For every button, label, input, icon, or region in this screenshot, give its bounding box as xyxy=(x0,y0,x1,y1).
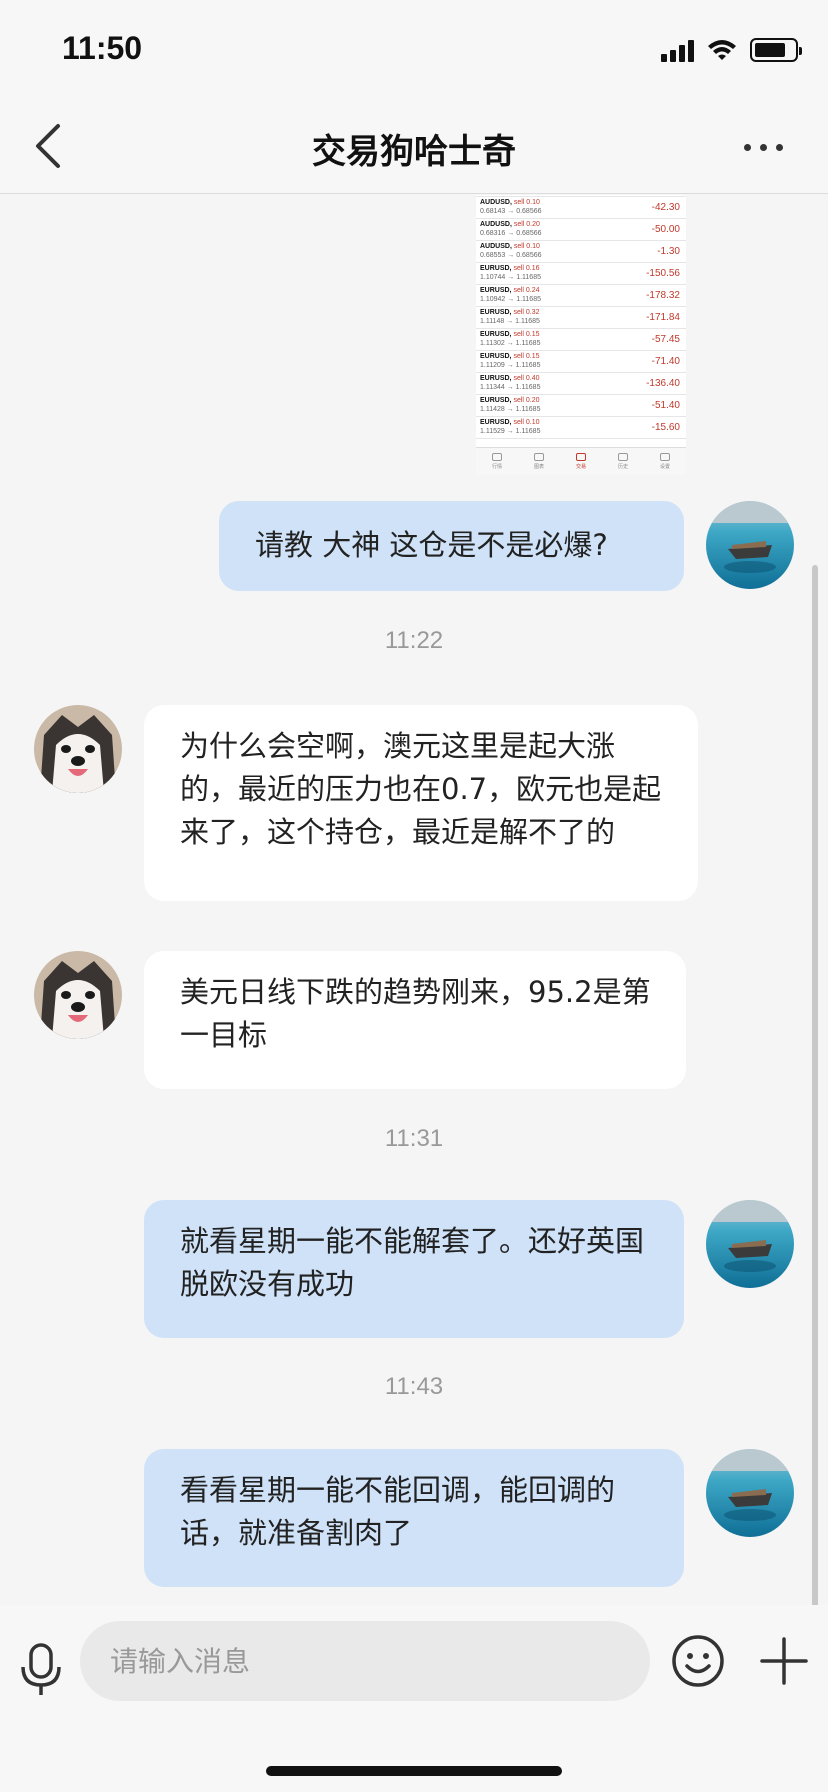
position-pnl: -178.32 xyxy=(646,290,680,301)
position-symbol: EURUSD, xyxy=(480,375,512,382)
timestamp: 11:43 xyxy=(384,1373,444,1400)
scrollbar[interactable] xyxy=(812,565,818,1605)
cellular-signal-icon xyxy=(661,38,694,62)
position-row: AUDUSD, sell 0.10 0.68143 → 0.68566 -42.30 xyxy=(476,197,686,219)
position-action: sell 0.10 xyxy=(513,199,540,206)
message-bubble-sent[interactable]: 就看星期一能不能解套了。还好英国脱欧没有成功 xyxy=(144,1200,684,1338)
screenshot-tab: 行情 xyxy=(491,453,502,470)
position-action: sell 0.10 xyxy=(513,243,540,250)
position-row: EURUSD, sell 0.24 1.10942 → 1.11685 -178.3… xyxy=(476,285,686,307)
position-pnl: -51.40 xyxy=(651,400,680,411)
message-text: 美元日线下跌的趋势刚来，95.2是第一目标 xyxy=(180,975,651,1052)
screenshot-tab-label: 行情 xyxy=(491,464,502,470)
position-action: sell 0.15 xyxy=(513,331,540,338)
input-bar xyxy=(0,1605,828,1792)
message-text: 看看星期一能不能回调，能回调的话，就准备割肉了 xyxy=(180,1473,616,1550)
position-symbol: EURUSD, xyxy=(480,331,512,338)
message-bubble-received[interactable]: 为什么会空啊，澳元这里是起大涨的，最近的压力也在0.7，欧元也是起来了，这个持仓… xyxy=(144,705,698,901)
position-row: EURUSD, sell 0.15 1.11209 → 1.11685 -71.40 xyxy=(476,351,686,373)
position-symbol: EURUSD, xyxy=(480,265,512,272)
position-symbol: AUDUSD, xyxy=(480,243,512,250)
position-symbol: EURUSD, xyxy=(480,397,512,404)
position-action: sell 0.16 xyxy=(513,265,540,272)
chat-title: 交易狗哈士奇 xyxy=(312,133,516,171)
my-avatar[interactable] xyxy=(706,1449,794,1537)
screenshot-tab: 设置 xyxy=(659,453,670,470)
position-action: sell 0.24 xyxy=(513,287,540,294)
my-avatar[interactable] xyxy=(706,1200,794,1288)
position-row: EURUSD, sell 0.32 1.11148 → 1.11685 -171.8… xyxy=(476,307,686,329)
position-pnl: -15.60 xyxy=(651,422,680,433)
position-action: sell 0.32 xyxy=(513,309,540,316)
message-input[interactable] xyxy=(80,1621,650,1701)
screenshot-tab: 交易 xyxy=(575,453,586,470)
screenshot-tab: 图表 xyxy=(533,453,544,470)
contact-avatar[interactable] xyxy=(34,951,122,1039)
message-bubble-received[interactable]: 美元日线下跌的趋势刚来，95.2是第一目标 xyxy=(144,951,686,1089)
position-action: sell 0.20 xyxy=(513,221,540,228)
position-action: sell 0.40 xyxy=(513,375,540,382)
message-bubble-sent[interactable]: 看看星期一能不能回调，能回调的话，就准备割肉了 xyxy=(144,1449,684,1587)
emoji-icon[interactable] xyxy=(670,1633,726,1689)
position-pnl: -50.00 xyxy=(651,224,680,235)
position-row: EURUSD, sell 0.20 1.11428 → 1.11685 -51.40 xyxy=(476,395,686,417)
position-symbol: EURUSD, xyxy=(480,419,512,426)
contact-avatar[interactable] xyxy=(34,705,122,793)
position-prices: 0.68553 → 0.68566 xyxy=(480,252,542,259)
position-action: sell 0.10 xyxy=(513,419,540,426)
my-avatar[interactable] xyxy=(706,501,794,589)
screenshot-image-message[interactable]: AUDUSD, sell 0.10 0.68143 → 0.68566 -42.30… xyxy=(476,195,686,475)
plus-icon[interactable] xyxy=(758,1635,810,1687)
timestamp: 11:22 xyxy=(384,627,444,654)
position-symbol: EURUSD, xyxy=(480,287,512,294)
screenshot-tab-label: 历史 xyxy=(617,464,628,470)
home-indicator[interactable] xyxy=(266,1766,562,1776)
microphone-icon[interactable] xyxy=(18,1641,64,1697)
more-dots-icon[interactable] xyxy=(744,132,794,162)
position-row: AUDUSD, sell 0.10 0.68553 → 0.68566 -1.30 xyxy=(476,241,686,263)
position-pnl: -71.40 xyxy=(651,356,680,367)
message-text: 为什么会空啊，澳元这里是起大涨的，最近的压力也在0.7，欧元也是起来了，这个持仓… xyxy=(180,729,662,849)
position-row: EURUSD, sell 0.15 1.11302 → 1.11685 -57.45 xyxy=(476,329,686,351)
status-time: 11:50 xyxy=(62,30,143,66)
position-action: sell 0.20 xyxy=(513,397,540,404)
chat-list[interactable]: AUDUSD, sell 0.10 0.68143 → 0.68566 -42.30… xyxy=(0,195,828,1605)
message-text: 请教 大神 这仓是不是必爆? xyxy=(255,528,608,562)
status-bar: 11:50 xyxy=(0,0,828,98)
position-pnl: -42.30 xyxy=(651,202,680,213)
message-bubble-sent[interactable]: 请教 大神 这仓是不是必爆? xyxy=(219,501,684,591)
position-symbol: EURUSD, xyxy=(480,353,512,360)
nav-bar: 交易狗哈士奇 xyxy=(0,98,828,194)
screenshot-tabbar: 行情 图表 交易 历史 设置 xyxy=(476,447,686,475)
position-row: AUDUSD, sell 0.20 0.68316 → 0.68566 -50.00 xyxy=(476,219,686,241)
position-row: EURUSD, sell 0.16 1.10744 → 1.11685 -150.5… xyxy=(476,263,686,285)
battery-icon xyxy=(750,38,802,62)
timestamp: 11:31 xyxy=(384,1125,444,1152)
position-symbol: AUDUSD, xyxy=(480,199,512,206)
position-symbol: EURUSD, xyxy=(480,309,512,316)
position-pnl: -57.45 xyxy=(651,334,680,345)
position-action: sell 0.15 xyxy=(513,353,540,360)
position-pnl: -150.56 xyxy=(646,268,680,279)
position-pnl: -136.40 xyxy=(646,378,680,389)
screenshot-tab: 历史 xyxy=(617,453,628,470)
screenshot-tab-label: 设置 xyxy=(659,464,670,470)
position-pnl: -1.30 xyxy=(657,246,680,257)
position-row: EURUSD, sell 0.10 1.11529 → 1.11685 -15.60 xyxy=(476,417,686,439)
position-symbol: AUDUSD, xyxy=(480,221,512,228)
position-row: EURUSD, sell 0.40 1.11344 → 1.11685 -136.4… xyxy=(476,373,686,395)
wifi-icon xyxy=(708,40,736,60)
message-text: 就看星期一能不能解套了。还好英国脱欧没有成功 xyxy=(180,1224,645,1301)
position-pnl: -171.84 xyxy=(646,312,680,323)
screenshot-tab-label: 图表 xyxy=(533,464,544,470)
screenshot-tab-label: 交易 xyxy=(575,464,586,470)
